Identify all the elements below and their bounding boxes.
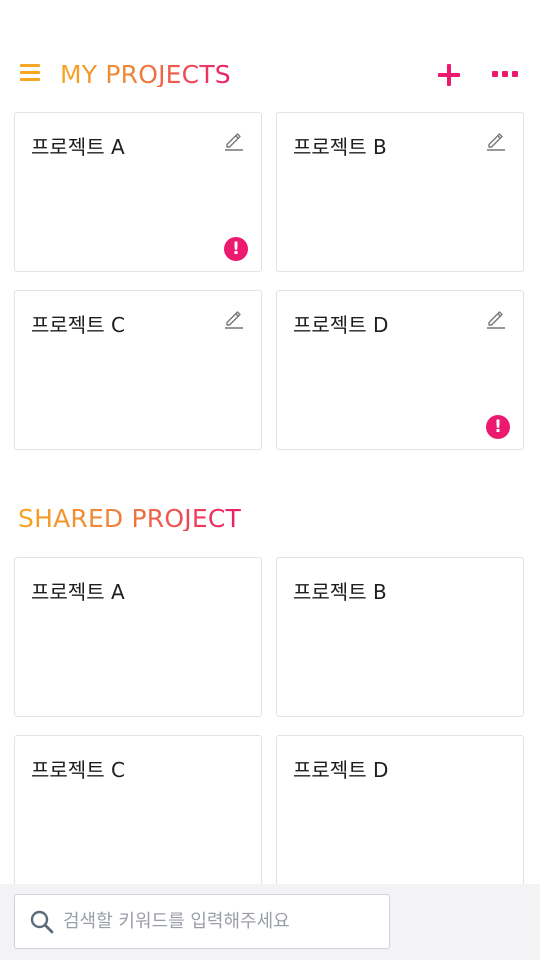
header: MY PROJECTS bbox=[0, 48, 540, 100]
edit-icon[interactable] bbox=[223, 307, 245, 329]
my-project-card-d[interactable]: 프로젝트 D ! bbox=[276, 290, 524, 450]
project-name: 프로젝트 D bbox=[293, 758, 389, 782]
project-name: 프로젝트 B bbox=[293, 580, 387, 604]
project-name: 프로젝트 B bbox=[293, 135, 387, 159]
project-name: 프로젝트 D bbox=[293, 313, 389, 337]
project-name: 프로젝트 A bbox=[31, 580, 125, 604]
bottom-search-bar bbox=[0, 884, 540, 960]
shared-project-card-c[interactable]: 프로젝트 C bbox=[14, 735, 262, 895]
shared-project-card-a[interactable]: 프로젝트 A bbox=[14, 557, 262, 717]
hamburger-menu-icon[interactable] bbox=[20, 64, 40, 82]
shared-project-card-d[interactable]: 프로젝트 D bbox=[276, 735, 524, 895]
add-project-button[interactable] bbox=[436, 62, 462, 88]
my-project-card-b[interactable]: 프로젝트 B bbox=[276, 112, 524, 272]
edit-icon[interactable] bbox=[485, 129, 507, 151]
edit-icon[interactable] bbox=[223, 129, 245, 151]
alert-icon: ! bbox=[486, 415, 510, 439]
search-input[interactable] bbox=[63, 896, 383, 947]
shared-section-title: SHARED PROJECT bbox=[18, 504, 241, 533]
search-box[interactable] bbox=[14, 894, 390, 949]
search-icon bbox=[30, 910, 54, 934]
project-name: 프로젝트 C bbox=[31, 313, 125, 337]
my-project-card-a[interactable]: 프로젝트 A ! bbox=[14, 112, 262, 272]
my-project-card-c[interactable]: 프로젝트 C bbox=[14, 290, 262, 450]
project-name: 프로젝트 A bbox=[31, 135, 125, 159]
page-title: MY PROJECTS bbox=[60, 60, 231, 89]
edit-icon[interactable] bbox=[485, 307, 507, 329]
shared-project-card-b[interactable]: 프로젝트 B bbox=[276, 557, 524, 717]
project-name: 프로젝트 C bbox=[31, 758, 125, 782]
alert-icon: ! bbox=[224, 237, 248, 261]
more-options-button[interactable] bbox=[490, 70, 520, 78]
